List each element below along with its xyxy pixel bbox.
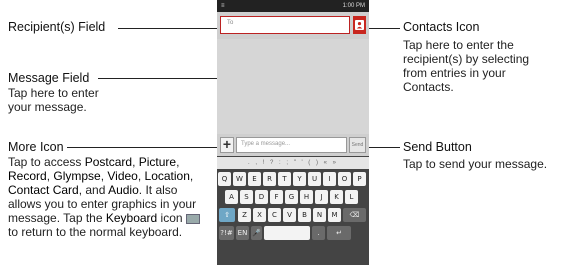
key-l[interactable]: L xyxy=(345,190,358,204)
message-field[interactable]: Type a message... xyxy=(236,137,347,153)
notification-icon: ≡ xyxy=(221,3,225,9)
recipient-leader-line xyxy=(118,28,221,29)
send-leader-line xyxy=(366,147,400,148)
key-n[interactable]: N xyxy=(313,208,326,222)
recipient-field-callout-title: Recipient(s) Field xyxy=(8,20,106,34)
send-button-callout-desc: Tap to send your message. xyxy=(403,157,548,171)
key-s[interactable]: S xyxy=(240,190,253,204)
key-f[interactable]: F xyxy=(270,190,283,204)
recipient-field[interactable]: To xyxy=(220,16,350,34)
key-t[interactable]: T xyxy=(278,172,291,186)
enter-key[interactable]: ↵ xyxy=(327,226,351,240)
recipient-placeholder: To xyxy=(227,20,234,26)
contacts-icon xyxy=(355,20,364,30)
message-thread-area xyxy=(217,39,369,134)
key-m[interactable]: M xyxy=(328,208,341,222)
key-d[interactable]: D xyxy=(255,190,268,204)
contacts-button[interactable] xyxy=(353,16,366,34)
keyboard-icon xyxy=(185,213,200,224)
key-w[interactable]: W xyxy=(233,172,246,186)
message-field-callout-desc: Tap here to enter your message. xyxy=(8,86,99,114)
key-v[interactable]: V xyxy=(283,208,296,222)
symbol-row[interactable]: . , ! ? : ; " ' ( ) « » xyxy=(217,157,369,169)
key-u[interactable]: U xyxy=(308,172,321,186)
key-p[interactable]: P xyxy=(353,172,366,186)
key-k[interactable]: K xyxy=(330,190,343,204)
key-c[interactable]: C xyxy=(268,208,281,222)
status-bar: ≡ 1:00 PM xyxy=(217,0,369,12)
period-key[interactable]: . xyxy=(312,226,325,240)
space-key[interactable] xyxy=(264,226,310,240)
key-z[interactable]: Z xyxy=(238,208,251,222)
send-button-callout-title: Send Button xyxy=(403,140,472,154)
backspace-key[interactable]: ⌫ xyxy=(343,208,366,222)
contacts-leader-line xyxy=(366,28,400,29)
symbols-key[interactable]: ?!# xyxy=(219,226,234,240)
message-field-callout-title: Message Field xyxy=(8,71,90,85)
contacts-icon-callout-desc: Tap here to enter the recipient(s) by se… xyxy=(403,38,530,94)
mic-key[interactable]: 🎤 xyxy=(251,226,262,240)
status-time: 1:00 PM xyxy=(342,3,365,9)
key-o[interactable]: O xyxy=(338,172,351,186)
key-g[interactable]: G xyxy=(285,190,298,204)
contacts-icon-callout-title: Contacts Icon xyxy=(403,20,480,34)
key-b[interactable]: B xyxy=(298,208,311,222)
send-button[interactable]: Send xyxy=(349,137,366,153)
key-j[interactable]: J xyxy=(315,190,328,204)
key-y[interactable]: Y xyxy=(293,172,306,186)
key-r[interactable]: R xyxy=(263,172,276,186)
more-button[interactable]: + xyxy=(220,137,234,153)
more-icon-callout-title: More Icon xyxy=(8,140,64,154)
message-placeholder: Type a message... xyxy=(241,141,291,147)
shift-key[interactable]: ⇧ xyxy=(219,208,235,222)
more-icon-callout-desc: Tap to access Postcard, Picture, Record,… xyxy=(8,155,213,239)
language-key[interactable]: EN xyxy=(236,226,249,240)
key-i[interactable]: I xyxy=(323,172,336,186)
key-x[interactable]: X xyxy=(253,208,266,222)
key-a[interactable]: A xyxy=(225,190,238,204)
key-h[interactable]: H xyxy=(300,190,313,204)
more-leader-line xyxy=(67,147,224,148)
key-q[interactable]: Q xyxy=(218,172,231,186)
key-e[interactable]: E xyxy=(248,172,261,186)
